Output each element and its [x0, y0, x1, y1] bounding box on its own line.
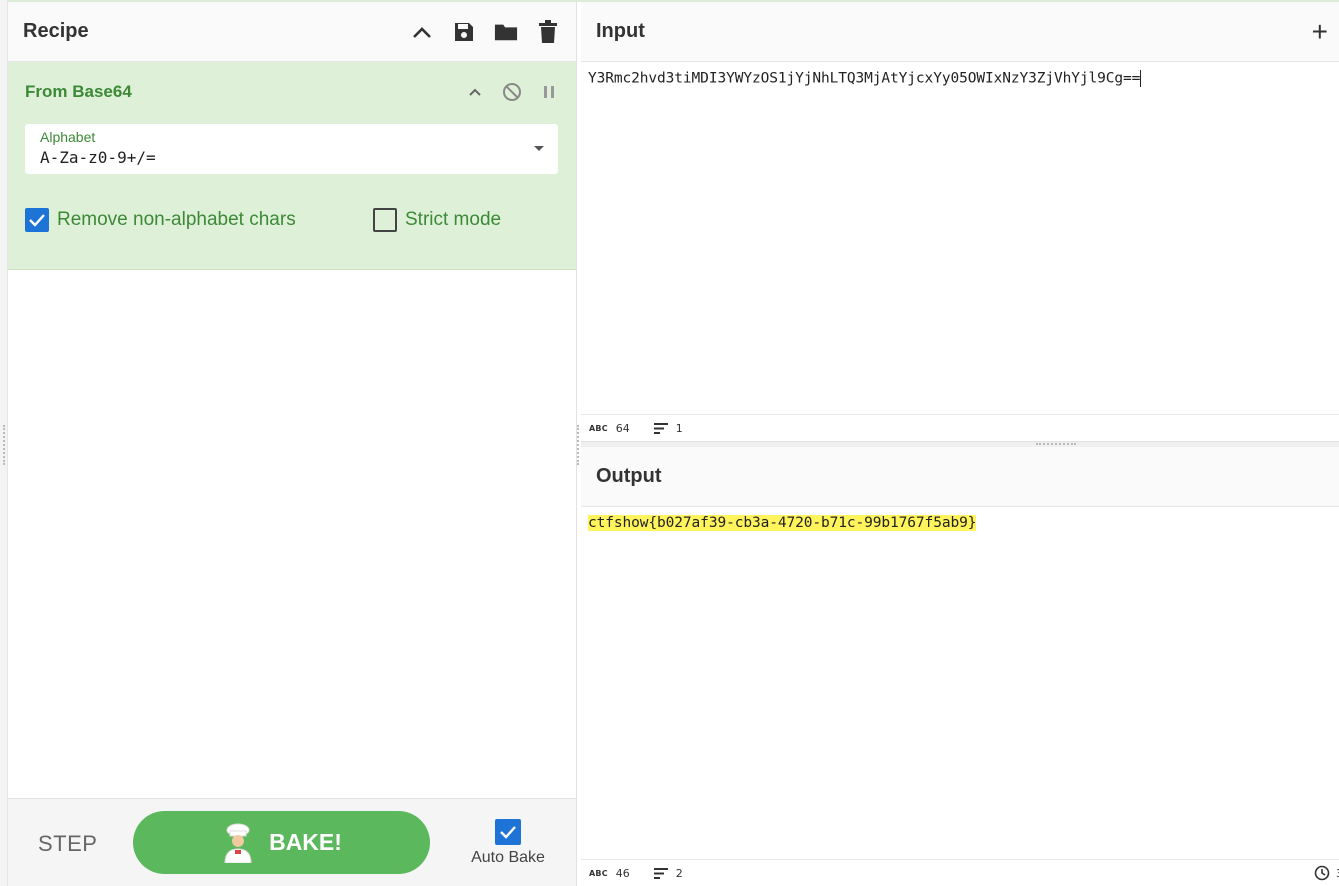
folder-icon[interactable] — [494, 20, 518, 44]
chevron-down-icon[interactable] — [534, 146, 544, 151]
text-cursor — [1140, 70, 1142, 87]
alphabet-select[interactable]: Alphabet A-Za-z0-9+/= — [25, 124, 558, 174]
output-text: ctfshow{b027af39-cb3a-4720-b71c-99b1767f… — [588, 515, 977, 531]
input-textarea[interactable]: Y3Rmc2hvd3tiMDI3YWYzOS1jYjNhLTQ3MjAtYjcx… — [581, 62, 1339, 95]
bake-controls: STEP BAKE! Auto Bake — [8, 798, 576, 886]
io-panel: Input + Y3Rmc2hvd3tiMDI3YWYzOS1jYjNhLTQ3… — [581, 2, 1339, 886]
input-status-bar: ABC 64 1 — [581, 414, 1339, 441]
abc-icon: ABC — [589, 868, 608, 878]
chevron-up-icon[interactable] — [465, 82, 485, 102]
pause-icon[interactable] — [539, 82, 559, 102]
output-area[interactable]: ctfshow{b027af39-cb3a-4720-b71c-99b1767f… — [581, 507, 1339, 539]
step-button[interactable]: STEP — [38, 831, 97, 857]
column-resize-grip[interactable] — [577, 425, 580, 465]
chevron-up-icon[interactable] — [410, 20, 434, 44]
output-title: Output — [596, 465, 662, 487]
lines-icon — [653, 867, 668, 879]
auto-bake-checkbox[interactable] — [495, 819, 521, 845]
output-header: Output — [581, 447, 1339, 507]
strict-mode-label: Strict mode — [405, 209, 502, 230]
auto-bake-toggle[interactable]: Auto Bake — [468, 819, 548, 867]
input-char-count: 64 — [615, 421, 630, 435]
plus-icon[interactable]: + — [1312, 16, 1328, 48]
output-line-count: 2 — [675, 866, 683, 880]
divider-grip[interactable] — [1036, 443, 1076, 446]
operation-title[interactable]: From Base64 — [25, 82, 465, 102]
remove-non-alphabet-option[interactable]: Remove non-alphabet chars — [25, 208, 296, 232]
input-title: Input — [596, 20, 645, 42]
alphabet-value[interactable]: A-Za-z0-9+/= — [40, 148, 156, 167]
input-header: Input + — [581, 2, 1339, 62]
recipe-panel: Recipe From Base64 Alphabet A-Za-z0-9+/=… — [8, 2, 577, 886]
disable-icon[interactable] — [502, 82, 522, 102]
alphabet-label: Alphabet — [40, 129, 96, 145]
bake-button[interactable]: BAKE! — [133, 811, 430, 874]
abc-icon: ABC — [589, 423, 608, 433]
remove-non-alphabet-checkbox[interactable] — [25, 208, 49, 232]
chef-icon — [224, 823, 252, 863]
cyberchef-app: Recipe From Base64 Alphabet A-Za-z0-9+/=… — [0, 0, 1339, 886]
save-icon[interactable] — [452, 20, 476, 44]
bake-label: BAKE! — [269, 829, 342, 855]
recipe-title: Recipe — [23, 20, 89, 42]
lines-icon — [653, 422, 668, 434]
strict-mode-option[interactable]: Strict mode — [373, 208, 501, 232]
remove-non-alphabet-label: Remove non-alphabet chars — [57, 209, 296, 230]
output-status-bar: ABC46 2 3 — [581, 859, 1339, 886]
output-char-count: 46 — [615, 866, 630, 880]
strict-mode-checkbox[interactable] — [373, 208, 397, 232]
input-text: Y3Rmc2hvd3tiMDI3YWYzOS1jYjNhLTQ3MjAtYjcx… — [588, 70, 1141, 87]
operation-from-base64[interactable]: From Base64 Alphabet A-Za-z0-9+/= Remove… — [8, 62, 576, 270]
clock-icon — [1314, 865, 1330, 881]
left-grip[interactable] — [3, 425, 6, 465]
auto-bake-label: Auto Bake — [471, 849, 545, 866]
trash-icon[interactable] — [536, 19, 560, 44]
input-line-count: 1 — [675, 421, 683, 435]
recipe-header: Recipe — [8, 2, 576, 62]
